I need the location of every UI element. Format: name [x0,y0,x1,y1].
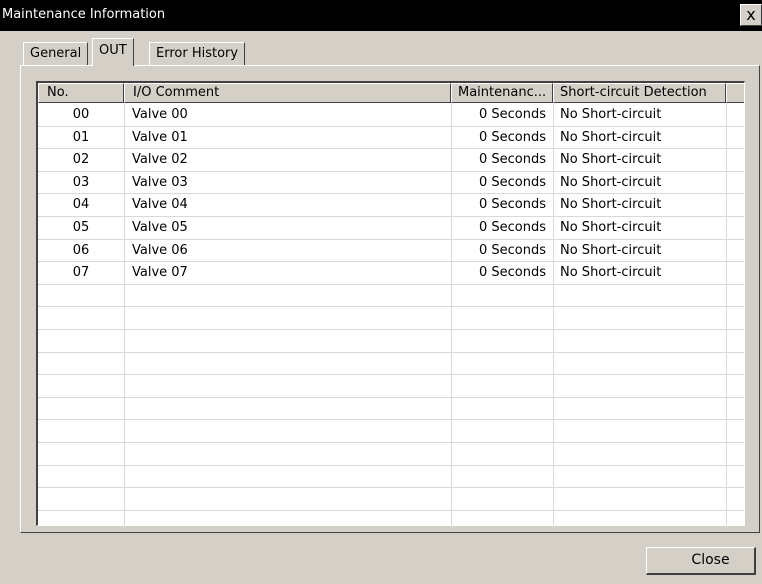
tab-out[interactable]: OUT [92,38,134,66]
cell-io-comment: Valve 05 [132,220,188,235]
table-row[interactable]: 00 Valve 00 0 Seconds No Short-circuit [38,104,744,126]
cell-no: 07 [72,265,90,281]
cell-maintenance: 0 Seconds [478,129,546,145]
table-row[interactable]: 07 Valve 07 0 Seconds No Short-circuit [38,262,744,284]
grid-hline [38,396,744,398]
column-header-filler [726,83,744,103]
column-header-io-comment[interactable]: I/O Comment [124,83,451,103]
list-header: No. I/O Comment Maintenanc... Short-circ… [38,83,744,103]
cell-no: 02 [72,152,90,168]
cell-maintenance: 0 Seconds [478,220,546,235]
cell-short-circuit: No Short-circuit [560,174,662,190]
column-header-no[interactable]: No. [38,83,124,103]
cell-no: 04 [72,197,90,213]
cell-short-circuit: No Short-circuit [560,265,662,281]
close-icon[interactable]: x [740,4,762,26]
cell-no: 01 [72,129,90,145]
maintenance-list[interactable]: No. I/O Comment Maintenanc... Short-circ… [36,81,745,526]
cell-short-circuit: No Short-circuit [560,129,662,145]
grid-hline [38,419,744,421]
grid-hline [38,509,744,511]
table-row[interactable]: 05 Valve 05 0 Seconds No Short-circuit [38,217,744,239]
grid-hline [38,329,744,330]
cell-short-circuit: No Short-circuit [560,107,662,122]
table-row[interactable]: 04 Valve 04 0 Seconds No Short-circuit [38,194,744,216]
cell-no: 05 [72,220,90,235]
cell-maintenance: 0 Seconds [478,107,546,122]
cell-maintenance: 0 Seconds [478,265,546,281]
cell-short-circuit: No Short-circuit [560,242,662,258]
cell-maintenance: 0 Seconds [478,242,546,258]
window-title: Maintenance Information [2,7,166,22]
cell-io-comment: Valve 00 [132,107,188,122]
table-row[interactable]: 01 Valve 01 0 Seconds No Short-circuit [38,127,744,149]
cell-no: 06 [72,242,90,258]
cell-no: 03 [72,174,90,190]
table-row[interactable]: 06 Valve 06 0 Seconds No Short-circuit [38,240,744,262]
cell-maintenance: 0 Seconds [478,197,546,213]
cell-short-circuit: No Short-circuit [560,197,662,213]
table-row[interactable]: 02 Valve 02 0 Seconds No Short-circuit [38,149,744,171]
column-header-maintenance[interactable]: Maintenanc... [451,83,553,103]
cell-no: 00 [72,107,90,122]
grid-hline [38,374,744,376]
grid-hline [38,306,744,308]
table-row[interactable]: 03 Valve 03 0 Seconds No Short-circuit [38,172,744,194]
cell-maintenance: 0 Seconds [478,152,546,168]
cell-io-comment: Valve 04 [132,197,188,213]
cell-io-comment: Valve 06 [132,242,188,258]
cell-io-comment: Valve 02 [132,152,188,168]
cell-maintenance: 0 Seconds [478,174,546,190]
tab-error-history[interactable]: Error History [149,42,246,66]
grid-hline [38,487,744,489]
cell-io-comment: Valve 07 [132,265,188,281]
tab-general[interactable]: General [23,42,89,66]
cell-io-comment: Valve 01 [132,129,188,145]
cell-short-circuit: No Short-circuit [560,152,662,168]
column-header-short-circuit[interactable]: Short-circuit Detection [553,83,726,103]
grid-hline [38,351,744,353]
cell-short-circuit: No Short-circuit [560,220,662,235]
cell-io-comment: Valve 03 [132,174,188,190]
grid-hline [38,464,744,466]
title-bar: Maintenance Information x [0,0,762,31]
grid-hline [38,442,744,443]
close-button[interactable]: Close [646,547,756,575]
